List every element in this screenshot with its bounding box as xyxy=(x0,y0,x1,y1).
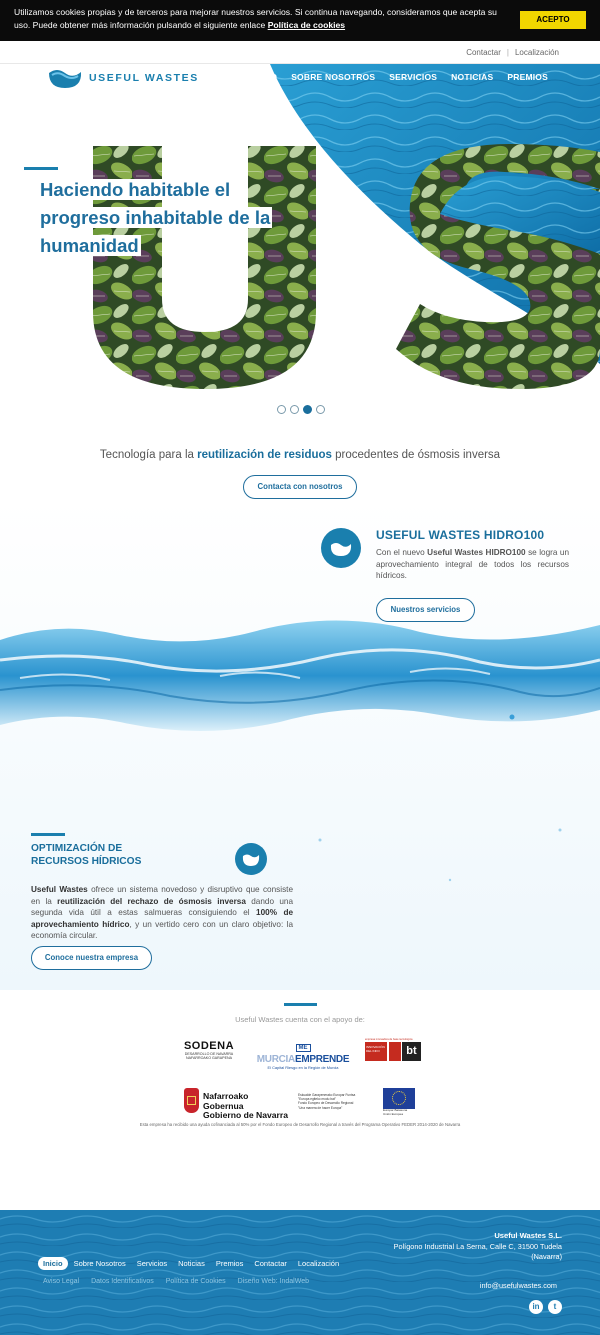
footer-nav-premios[interactable]: Premios xyxy=(211,1257,249,1270)
cookie-message: Utilizamos cookies propias y de terceros… xyxy=(14,7,497,30)
water-drop-icon xyxy=(242,854,260,866)
footer-datos-identificativos[interactable]: Datos Identificativos xyxy=(91,1278,154,1285)
eu-logo: Europar Batasuna Unión Europea xyxy=(383,1088,417,1118)
hero-line-3: humanidad xyxy=(38,235,141,256)
footer-aviso-legal[interactable]: Aviso Legal xyxy=(43,1278,79,1285)
footer-company-info: Useful Wastes S.L. Polígono Industrial L… xyxy=(394,1231,562,1263)
nav-item-servicios[interactable]: SERVICIOS xyxy=(389,72,437,82)
slider-dot-4[interactable] xyxy=(316,405,325,414)
feder-note: Esta empresa ha recibido una ayuda cofin… xyxy=(139,1122,461,1127)
gobierno-navarra-logo: Nafarroako Gobernua Gobierno de Navarra xyxy=(184,1088,290,1120)
nav-item-noticias[interactable]: NOTICIAS xyxy=(451,72,493,82)
nav-item-inicio[interactable]: INICIO xyxy=(250,72,277,82)
optimization-title-line-2: RECURSOS HÍDRICOS xyxy=(31,855,142,867)
ebt-top: empresa innovadora de base tecnológica xyxy=(365,1038,413,1041)
top-links-separator: | xyxy=(506,48,509,57)
optimization-title: OPTIMIZACIÓN DE RECURSOS HÍDRICOS xyxy=(31,843,141,868)
eu-flag-icon xyxy=(383,1088,415,1109)
footer-nav-servicios[interactable]: Servicios xyxy=(132,1257,172,1270)
footer-nav-contactar[interactable]: Contactar xyxy=(249,1257,292,1270)
slider-dot-1[interactable] xyxy=(277,405,286,414)
footer-legal-links: Aviso Legal Datos Identificativos Políti… xyxy=(43,1278,309,1285)
footer-nav-localizacion[interactable]: Localización xyxy=(293,1257,344,1270)
hero-line-1: Haciendo habitable el xyxy=(38,179,233,200)
feder-logo: Eskualde Garapenerako Europar Funtsa "Eu… xyxy=(298,1093,368,1115)
opt-bold-2: reutilización del rechazo de ósmosis inv… xyxy=(57,896,246,906)
murcia-name-1: MURCIA xyxy=(256,1054,296,1065)
ebt-logo: empresa innovadora de base tecnológica I… xyxy=(365,1038,421,1062)
footer-nav-inicio[interactable]: Inicio xyxy=(38,1257,68,1270)
site-logo[interactable]: USEFUL WASTES xyxy=(48,67,208,91)
optimization-icon xyxy=(235,843,267,875)
hero-title: Haciendo habitable el progreso inhabitab… xyxy=(38,176,298,260)
footer-nav-sobre-nosotros[interactable]: Sobre Nosotros xyxy=(69,1257,131,1270)
ebt-e-block xyxy=(389,1042,401,1061)
sodena-logo: SODENA DESARROLLO DE NAVARRA NAFARROAKO … xyxy=(183,1040,235,1064)
hidro-icon xyxy=(321,528,361,568)
cookie-text: Utilizamos cookies propias y de terceros… xyxy=(14,6,510,32)
nav-item-premios[interactable]: PREMIOS xyxy=(507,72,548,82)
sponsors-accent-bar xyxy=(284,1003,317,1006)
location-link[interactable]: Localización xyxy=(515,48,559,57)
contact-us-button[interactable]: Contacta con nosotros xyxy=(243,475,357,499)
ebt-mark: bt xyxy=(402,1042,421,1061)
water-drop-icon xyxy=(330,543,352,556)
cookie-policy-link[interactable]: Política de cookies xyxy=(268,20,345,30)
optimization-accent-bar xyxy=(31,833,65,836)
footer-company-name: Useful Wastes S.L. xyxy=(494,1231,562,1240)
hidro-title: USEFUL WASTES HIDRO100 xyxy=(376,528,545,542)
footer xyxy=(0,1210,600,1335)
opt-bold-1: Useful Wastes xyxy=(31,885,88,894)
murcia-mark: ME xyxy=(295,1044,311,1052)
linkedin-icon[interactable]: in xyxy=(529,1300,543,1314)
eu-stars-icon xyxy=(392,1091,406,1105)
ebt-tag: INNOVACIÓN DEL INFO xyxy=(365,1042,387,1061)
hero-line-2: progreso inhabitable de la xyxy=(38,207,273,228)
hidro-description: Con el nuevo Useful Wastes HIDRO100 se l… xyxy=(376,547,569,582)
navarra-line-1: Nafarroako Gobernua xyxy=(203,1091,249,1111)
contact-link[interactable]: Contactar xyxy=(466,48,501,57)
accept-cookies-button[interactable]: ACEPTO xyxy=(520,11,586,29)
footer-nav-noticias[interactable]: Noticias xyxy=(173,1257,210,1270)
sponsors-title: Useful Wastes cuenta con el apoyo de: xyxy=(235,1015,365,1024)
navarra-chains-icon xyxy=(187,1096,196,1105)
slider-dot-2[interactable] xyxy=(290,405,299,414)
footer-address-1: Polígono Industrial La Serna, Calle C, 3… xyxy=(393,1241,562,1251)
footer-nav: Inicio Sobre Nosotros Servicios Noticias… xyxy=(38,1257,345,1270)
footer-address-2: (Navarra) xyxy=(531,1252,562,1261)
twitter-icon[interactable]: t xyxy=(548,1300,562,1314)
tagline: Tecnología para la reutilización de resi… xyxy=(0,449,600,461)
murcia-sub: El Capital Riesgo en la Región de Murcia xyxy=(267,1065,339,1070)
main-nav: INICIO SOBRE NOSOTROS SERVICIOS NOTICIAS… xyxy=(250,72,548,82)
navarra-shield-icon xyxy=(184,1088,199,1113)
optimization-description: Useful Wastes ofrece un sistema novedoso… xyxy=(31,884,293,942)
slider-dots xyxy=(277,405,325,414)
our-services-button[interactable]: Nuestros servicios xyxy=(376,598,475,622)
top-links: Contactar | Localización xyxy=(466,48,559,57)
murcia-emprende-logo: ME MURCIAEMPRENDE El Capital Riesgo en l… xyxy=(256,1036,350,1070)
sodena-sub-2: NAFARROAKO GARAPENA xyxy=(186,1056,232,1060)
tagline-bold: reutilización de residuos xyxy=(197,449,332,461)
slider-dot-3[interactable] xyxy=(303,405,312,414)
footer-water-background xyxy=(0,1210,600,1335)
sodena-name: SODENA xyxy=(183,1040,235,1052)
tagline-post: procedentes de ósmosis inversa xyxy=(331,449,501,461)
murcia-name-2: EMPRENDE xyxy=(294,1054,350,1065)
water-drop-logo-icon xyxy=(49,70,82,88)
footer-email[interactable]: info@usefulwastes.com xyxy=(480,1281,557,1290)
nav-item-sobre-nosotros[interactable]: SOBRE NOSOTROS xyxy=(291,72,375,82)
hero-accent-bar xyxy=(24,167,58,170)
brand-name: USEFUL WASTES xyxy=(89,72,199,84)
navarra-line-2: Gobierno de Navarra xyxy=(203,1110,289,1120)
eu-line-2: Unión Europea xyxy=(383,1111,404,1116)
footer-diseno-web[interactable]: Diseño Web: IndalWeb xyxy=(238,1278,309,1285)
hidro-text-pre: Con el nuevo xyxy=(376,548,428,557)
footer-politica-cookies[interactable]: Política de Cookies xyxy=(166,1278,226,1285)
tagline-pre: Tecnología para la xyxy=(99,449,198,461)
cookie-banner: Utilizamos cookies propias y de terceros… xyxy=(0,0,600,41)
optimization-title-line-1: OPTIMIZACIÓN DE xyxy=(31,843,123,854)
feder-line-4: "Una manera de hacer Europa" xyxy=(298,1105,343,1110)
know-company-button[interactable]: Conoce nuestra empresa xyxy=(31,946,152,970)
hidro-text-bold: Useful Wastes HIDRO100 xyxy=(427,548,526,557)
